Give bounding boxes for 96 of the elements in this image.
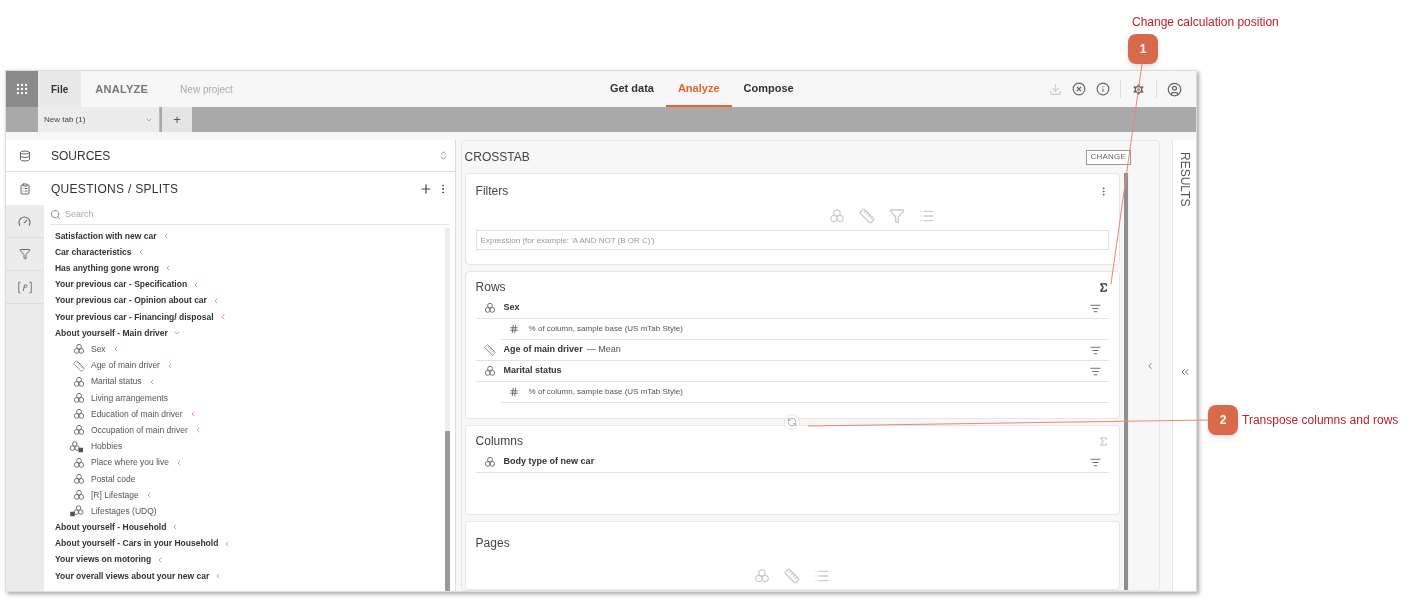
panel-title: CROSSTAB bbox=[464, 149, 530, 166]
derived-variable-icon bbox=[68, 505, 85, 518]
question-item[interactable]: Lifestages (UDQ) bbox=[90, 504, 157, 518]
search-field[interactable]: Search bbox=[64, 207, 449, 222]
question-group[interactable]: About yourself - Main driver bbox=[54, 326, 168, 340]
info-icon[interactable] bbox=[1096, 82, 1110, 96]
variable-name[interactable]: Body type of new car bbox=[503, 455, 595, 469]
categorical-icon bbox=[829, 208, 846, 224]
categorical-icon bbox=[483, 302, 496, 314]
project-name: New project bbox=[180, 82, 233, 97]
list-icon[interactable] bbox=[919, 208, 936, 224]
variable-name[interactable]: Sex bbox=[503, 301, 520, 315]
list-icon[interactable] bbox=[814, 568, 831, 584]
question-item[interactable]: Occupation of main driver bbox=[90, 423, 188, 437]
categorical-icon bbox=[483, 456, 496, 468]
ruler-icon bbox=[72, 359, 85, 372]
question-group[interactable]: Has anything gone wrong bbox=[54, 262, 159, 275]
question-group[interactable]: About yourself - Cars in your Household bbox=[54, 537, 219, 551]
app-grid-button[interactable] bbox=[6, 71, 38, 107]
question-item[interactable]: Age of main driver bbox=[90, 359, 160, 372]
hash-icon bbox=[508, 324, 519, 334]
sigma-icon[interactable] bbox=[1098, 281, 1110, 293]
grid-icon bbox=[15, 82, 29, 96]
nav-tab[interactable]: Get data bbox=[597, 71, 666, 107]
categorical-icon bbox=[72, 489, 85, 502]
categorical-icon bbox=[72, 456, 85, 469]
filter-icon[interactable] bbox=[1090, 456, 1102, 468]
collapse-icon[interactable] bbox=[1145, 360, 1155, 371]
document-tab[interactable]: New tab (1) bbox=[38, 107, 160, 132]
add-icon[interactable] bbox=[418, 181, 433, 196]
categorical-icon bbox=[72, 424, 85, 437]
card-title: Filters bbox=[475, 183, 509, 200]
scrollbar-thumb[interactable] bbox=[1124, 173, 1129, 590]
question-group[interactable]: Your previous car - Opinion about car bbox=[54, 294, 207, 308]
question-group[interactable]: About yourself - Household bbox=[54, 521, 167, 534]
question-item[interactable]: Postal code bbox=[90, 472, 136, 486]
question-item[interactable]: Sex bbox=[90, 343, 106, 356]
nav-tab[interactable]: Compose bbox=[731, 71, 806, 107]
question-item[interactable]: Marital status bbox=[90, 375, 142, 389]
add-tab-button[interactable]: + bbox=[162, 107, 192, 132]
callout-text: Change calculation position bbox=[1132, 14, 1279, 31]
categorical-icon bbox=[72, 375, 85, 388]
results-panel: RESULTS bbox=[1172, 140, 1196, 591]
callout-text: Transpose columns and rows bbox=[1242, 412, 1399, 429]
categorical-icon bbox=[72, 408, 85, 421]
statistic-label: — Mean bbox=[586, 343, 621, 357]
statistic-label: % of column, sample base (US mTab Style) bbox=[528, 323, 683, 335]
close-icon[interactable] bbox=[1072, 82, 1086, 96]
question-group[interactable]: Your overall views about your new car bbox=[54, 569, 210, 583]
module-title: ANALYZE bbox=[95, 81, 149, 97]
download-icon[interactable] bbox=[1049, 82, 1062, 96]
ruler-icon[interactable] bbox=[859, 208, 876, 224]
question-group[interactable]: Your previous car - Specification bbox=[54, 278, 188, 292]
clipboard-icon[interactable] bbox=[19, 182, 31, 195]
categorical-icon bbox=[483, 365, 496, 377]
question-item[interactable]: Place where you live bbox=[90, 456, 169, 470]
hash-icon bbox=[508, 387, 519, 397]
callout-badge: 1 bbox=[1128, 34, 1158, 64]
variable-name[interactable]: Marital status bbox=[503, 364, 562, 378]
scrollbar-thumb[interactable] bbox=[444, 431, 450, 591]
section-title: SOURCES bbox=[50, 147, 111, 165]
filter-icon[interactable] bbox=[1090, 344, 1102, 356]
file-tab[interactable]: File bbox=[38, 71, 82, 107]
categorical-icon bbox=[72, 343, 85, 356]
search-icon[interactable] bbox=[49, 209, 61, 220]
card-title: Columns bbox=[475, 433, 523, 450]
expression-field[interactable]: Expression (for example: 'A AND NOT (B OR C)') bbox=[475, 230, 1110, 250]
categorical-icon bbox=[72, 472, 85, 485]
change-button[interactable]: CHANGE bbox=[1085, 149, 1132, 165]
categorical-icon bbox=[754, 568, 771, 584]
card-title: Rows bbox=[475, 279, 506, 296]
question-group[interactable]: Car characteristics bbox=[54, 245, 132, 259]
question-group[interactable]: Your previous car - Financing/ disposal bbox=[54, 310, 214, 324]
multi-select-icon bbox=[68, 440, 85, 453]
question-item[interactable]: Hobbies bbox=[90, 440, 123, 453]
gauge-icon[interactable] bbox=[18, 214, 32, 228]
parameter-icon[interactable] bbox=[17, 280, 33, 294]
settings-icon[interactable] bbox=[1131, 81, 1146, 97]
card-title: Pages bbox=[475, 536, 510, 550]
section-title: QUESTIONS / SPLITS bbox=[50, 180, 179, 198]
statistic-label: % of column, sample base (US mTab Style) bbox=[528, 386, 683, 398]
question-group[interactable]: Satisfaction with new car bbox=[54, 229, 157, 243]
ruler-icon[interactable] bbox=[784, 568, 801, 584]
ruler-icon bbox=[483, 344, 496, 356]
user-icon[interactable] bbox=[1167, 81, 1182, 97]
question-item[interactable]: [R] Lifestage bbox=[90, 488, 139, 502]
callout-badge: 2 bbox=[1208, 405, 1238, 435]
variable-name[interactable]: Age of main driver bbox=[503, 343, 583, 357]
filter-icon[interactable] bbox=[1090, 302, 1102, 314]
question-item[interactable]: Education of main driver bbox=[90, 407, 183, 421]
categorical-icon bbox=[72, 391, 85, 404]
database-icon[interactable] bbox=[19, 149, 31, 162]
question-item[interactable]: Living arrangements bbox=[90, 391, 168, 405]
filter-icon[interactable] bbox=[19, 248, 31, 260]
filter-icon[interactable] bbox=[1090, 365, 1102, 377]
question-group[interactable]: Your views on motoring bbox=[54, 553, 152, 567]
